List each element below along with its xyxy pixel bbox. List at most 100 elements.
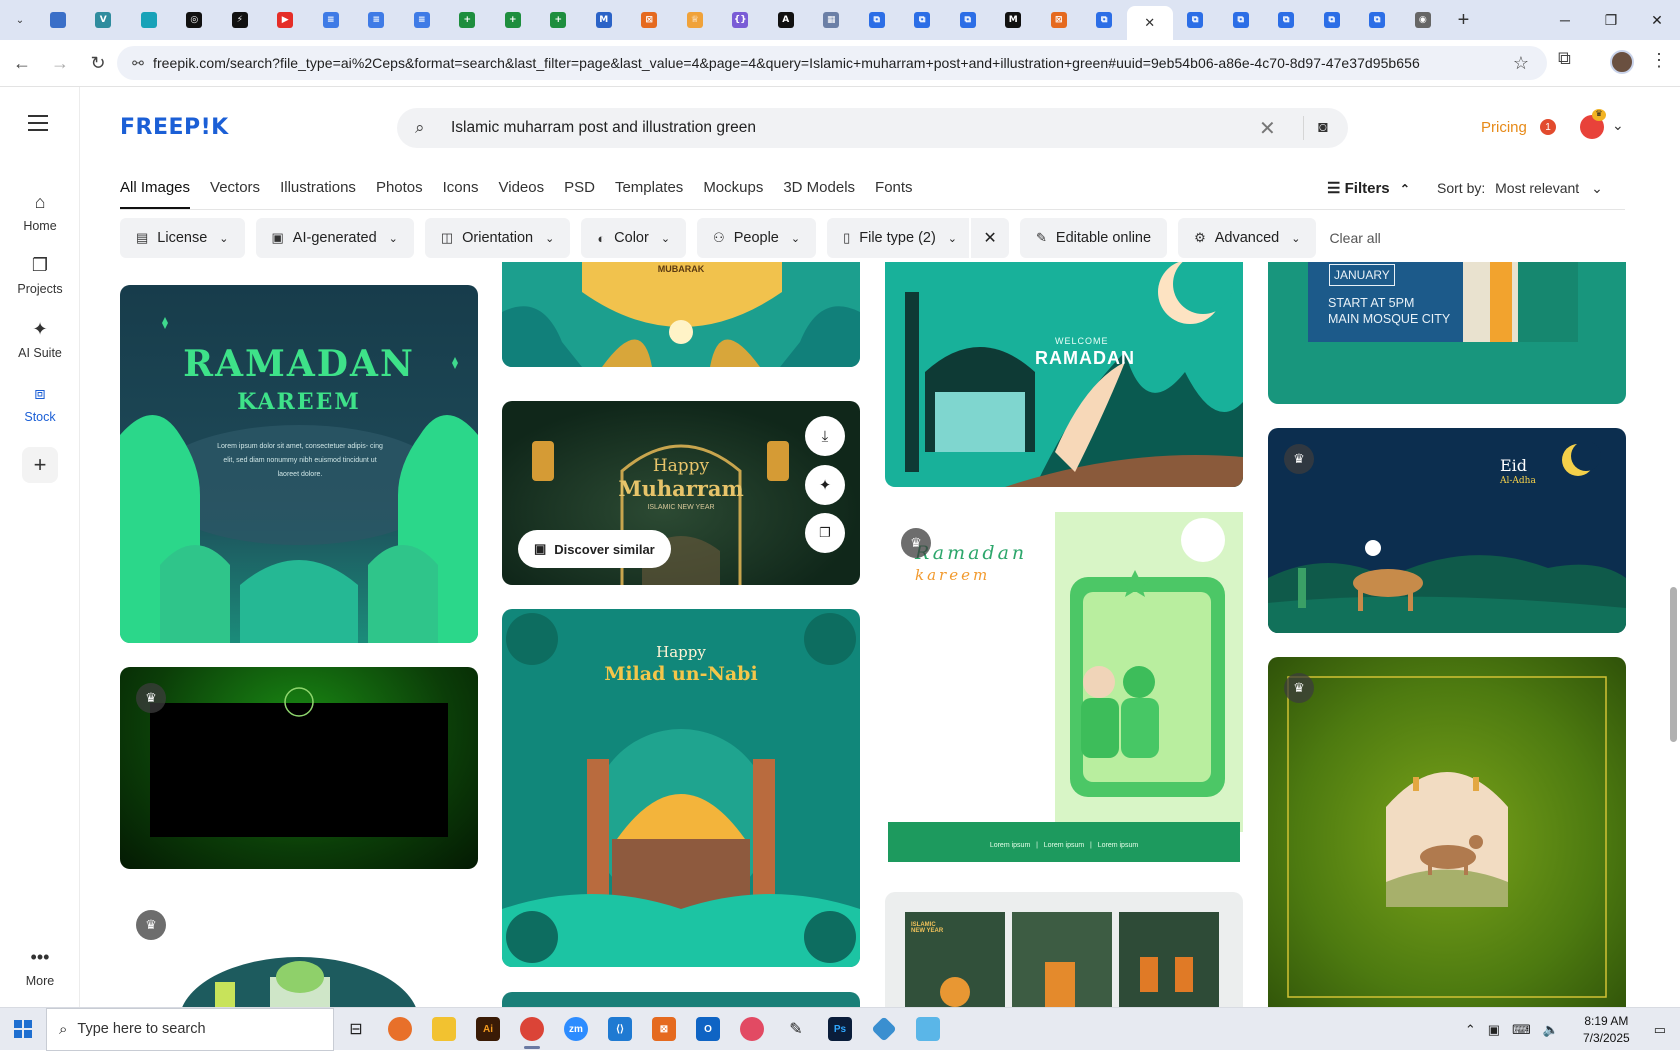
- tab-templates[interactable]: Templates: [615, 167, 683, 207]
- taskbar-clock[interactable]: 8:19 AM 7/3/2025: [1583, 1013, 1630, 1047]
- browser-tab[interactable]: ≡: [308, 4, 354, 36]
- url-text[interactable]: freepik.com/search?file_type=ai%2Ceps&fo…: [153, 55, 1483, 71]
- new-tab-button[interactable]: +: [1450, 6, 1478, 34]
- hamburger-menu-icon[interactable]: [28, 115, 48, 136]
- browser-tab[interactable]: [35, 4, 81, 36]
- filter-chip-file-type-2[interactable]: ▯ File type (2) ⌄ ✕: [827, 218, 1010, 258]
- user-avatar[interactable]: ♛: [1580, 109, 1606, 139]
- browser-tab[interactable]: +: [490, 4, 536, 36]
- result-card-ramadan-kareem-couple[interactable]: Ramadan kareem Lorem ipsum | Lorem ipsum…: [885, 512, 1243, 867]
- search-bar[interactable]: ⌕ Islamic muharram post and illustration…: [397, 108, 1348, 148]
- tab-search-button[interactable]: ⌄: [5, 5, 35, 35]
- result-card-goat-arch[interactable]: ♛: [1268, 657, 1626, 1008]
- discover-similar-button[interactable]: ▣ Discover similar: [518, 530, 671, 568]
- add-button[interactable]: +: [22, 447, 58, 483]
- maximize-button[interactable]: ❐: [1588, 0, 1634, 40]
- extensions-icon[interactable]: ⧉: [1558, 48, 1571, 69]
- minimize-button[interactable]: ─: [1542, 0, 1588, 40]
- result-card-welcome-ramadan[interactable]: WELCOME RAMADAN: [885, 262, 1243, 487]
- close-tab-icon[interactable]: ✕: [1142, 15, 1158, 31]
- browser-tab[interactable]: ▦: [809, 4, 855, 36]
- file-explorer-icon[interactable]: [422, 1008, 466, 1051]
- sidebar-item-more[interactable]: ••• More: [0, 947, 80, 988]
- result-card-ramadan-kareem[interactable]: RAMADAN KAREEM Lorem ipsum dolor sit ame…: [120, 285, 478, 643]
- scrollbar-thumb[interactable]: [1670, 587, 1677, 742]
- filter-chip-color[interactable]: ◐ Color ⌄: [581, 218, 687, 258]
- browser-tab[interactable]: ⊠: [1036, 4, 1082, 36]
- browser-tab[interactable]: M: [991, 4, 1037, 36]
- browser-tab[interactable]: ⚡: [217, 4, 263, 36]
- result-card-green-mosque[interactable]: ♛: [120, 667, 478, 869]
- zoom-icon[interactable]: zm: [554, 1008, 598, 1051]
- browser-tab[interactable]: ⧉: [1309, 4, 1355, 36]
- save-to-collection-button[interactable]: ❐: [805, 513, 845, 553]
- grid-app-icon[interactable]: ⊠: [642, 1008, 686, 1051]
- tab-icons[interactable]: Icons: [443, 167, 479, 207]
- browser-tab[interactable]: {}: [718, 4, 764, 36]
- sidebar-item-home[interactable]: ⌂ Home: [0, 192, 80, 233]
- tab-photos[interactable]: Photos: [376, 167, 423, 207]
- browser-tab[interactable]: ⧉: [1218, 4, 1264, 36]
- browser-tab[interactable]: +: [536, 4, 582, 36]
- tab-illustrations[interactable]: Illustrations: [280, 167, 356, 207]
- browser-tab[interactable]: ◎: [172, 4, 218, 36]
- meet-now-icon[interactable]: ▣: [1488, 1022, 1500, 1038]
- browser-tab[interactable]: ⧉: [854, 4, 900, 36]
- browser-tab[interactable]: ⧉: [900, 4, 946, 36]
- browser-tab[interactable]: ≡: [354, 4, 400, 36]
- site-info-icon[interactable]: ⚯: [123, 55, 153, 72]
- tab-3d-models[interactable]: 3D Models: [783, 167, 855, 207]
- ai-edit-button[interactable]: ✦: [805, 465, 845, 505]
- browser-tab[interactable]: ⧉: [1082, 4, 1128, 36]
- forward-button[interactable]: →: [44, 47, 76, 79]
- browser-menu-icon[interactable]: ⋮: [1650, 50, 1668, 71]
- browser-tab[interactable]: ▶: [263, 4, 309, 36]
- browser-tab[interactable]: ⧉: [1173, 4, 1219, 36]
- gem-app-icon[interactable]: [862, 1008, 906, 1051]
- filter-chip-advanced[interactable]: ⚙ Advanced ⌄: [1178, 218, 1317, 258]
- browser-tab[interactable]: [126, 4, 172, 36]
- page-scrollbar[interactable]: [1667, 87, 1680, 1007]
- result-card-milad-un-nabi[interactable]: Happy Milad un-Nabi: [502, 609, 860, 967]
- clear-all-button[interactable]: Clear all: [1329, 230, 1380, 246]
- camera-search-icon[interactable]: ◙: [1318, 119, 1348, 137]
- close-window-button[interactable]: ✕: [1634, 0, 1680, 40]
- reload-button[interactable]: ↻: [82, 47, 114, 79]
- filter-chip-license[interactable]: ▤ License ⌄: [120, 218, 245, 258]
- browser-tab[interactable]: ⧉: [945, 4, 991, 36]
- pen-tool-icon[interactable]: ✎: [774, 1008, 818, 1051]
- tab-fonts[interactable]: Fonts: [875, 167, 913, 207]
- outlook-icon[interactable]: O: [686, 1008, 730, 1051]
- tab-mockups[interactable]: Mockups: [703, 167, 763, 207]
- result-card-january-event[interactable]: JANUARY START AT 5PM MAIN MOSQUE CITY: [1268, 262, 1626, 404]
- vscode-icon[interactable]: ⟨⟩: [598, 1008, 642, 1051]
- omnibox[interactable]: ⚯ freepik.com/search?file_type=ai%2Ceps&…: [117, 46, 1547, 80]
- browser-tab[interactable]: V: [81, 4, 127, 36]
- chrome-icon[interactable]: [510, 1008, 554, 1051]
- tab-all-images[interactable]: All Images: [120, 167, 191, 209]
- bookmark-star-icon[interactable]: ☆: [1513, 53, 1529, 74]
- filter-chip-people[interactable]: ⚇ People ⌄: [697, 218, 817, 258]
- creative-cloud-icon[interactable]: [730, 1008, 774, 1051]
- notepad-icon[interactable]: [906, 1008, 950, 1051]
- back-button[interactable]: ←: [6, 47, 38, 79]
- volume-icon[interactable]: 🔈: [1543, 1022, 1559, 1038]
- remove-filter-icon[interactable]: ✕: [969, 218, 1009, 258]
- chevron-down-icon[interactable]: ⌄: [1612, 117, 1624, 134]
- result-card-partial[interactable]: [502, 992, 860, 1008]
- profile-avatar[interactable]: [1610, 50, 1634, 74]
- result-card-mosque-dome[interactable]: ♛: [120, 892, 478, 1008]
- illustrator-icon[interactable]: Ai: [466, 1008, 510, 1051]
- browser-tab[interactable]: A: [763, 4, 809, 36]
- tab-vectors[interactable]: Vectors: [210, 167, 260, 207]
- search-input[interactable]: Islamic muharram post and illustration g…: [451, 119, 1259, 137]
- tab-videos[interactable]: Videos: [499, 167, 545, 207]
- filters-toggle-button[interactable]: ☰ Filters ⌃: [1327, 179, 1410, 197]
- browser-tab[interactable]: +: [445, 4, 491, 36]
- tab-psd[interactable]: PSD: [564, 167, 595, 207]
- filter-chip-orientation[interactable]: ◫ Orientation ⌄: [424, 218, 571, 258]
- sidebar-item-ai-suite[interactable]: ✦ AI Suite: [0, 319, 80, 360]
- freepik-logo[interactable]: FREEP!K: [120, 115, 229, 140]
- sidebar-item-projects[interactable]: ❐ Projects: [0, 255, 80, 296]
- network-icon[interactable]: ⌨: [1512, 1022, 1531, 1038]
